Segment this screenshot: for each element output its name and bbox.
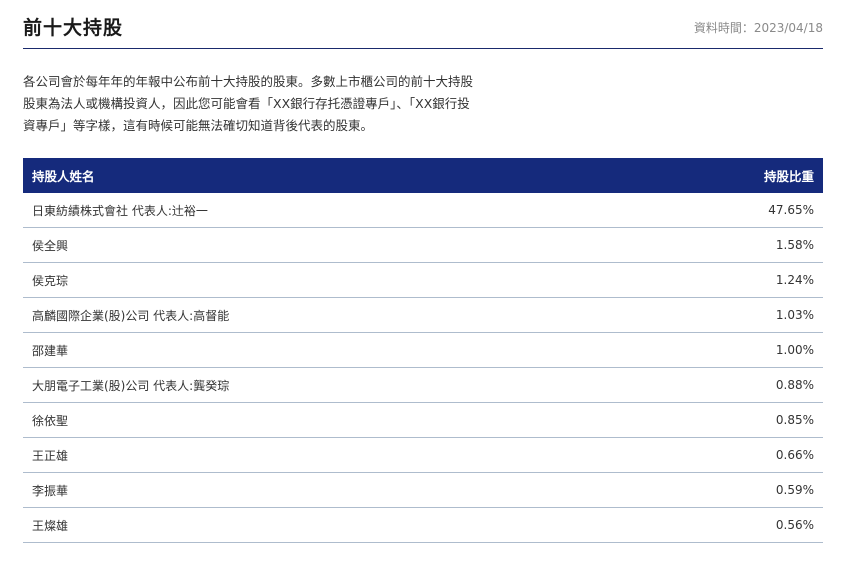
description-text: 各公司會於每年年的年報中公布前十大持股的股東。多數上市櫃公司的前十大持股股東為法…	[23, 74, 474, 133]
shareholder-name: 徐依聖	[32, 413, 69, 428]
shareholder-name: 李振華	[32, 483, 69, 498]
table-row: 高麟國際企業(股)公司 代表人:高督能 1.03%	[23, 298, 823, 333]
shareholder-name: 日東紡績株式會社 代表人:辻裕一	[32, 203, 208, 218]
holding-percentage: 1.24%	[775, 273, 814, 287]
shareholder-name: 侯克琮	[32, 273, 69, 288]
shareholder-name: 王正雄	[32, 448, 69, 463]
table-body: 日東紡績株式會社 代表人:辻裕一 47.65% 侯全興 1.58% 侯克琮 1.24% 高麟…	[23, 193, 823, 543]
shareholder-name: 侯全興	[32, 238, 69, 253]
table-row: 徐依聖 0.85%	[23, 403, 823, 438]
holding-percentage: 0.85%	[775, 413, 814, 427]
table-row: 王燦雄 0.56%	[23, 508, 823, 543]
holding-percentage: 1.58%	[775, 238, 814, 252]
shareholder-name: 大朋電子工業(股)公司 代表人:龔癸琮	[32, 378, 230, 393]
column-header-name: 持股人姓名	[32, 169, 95, 184]
data-date: 資料時間：2023/04/18	[693, 21, 823, 35]
holding-percentage: 0.66%	[775, 448, 814, 462]
holding-percentage: 47.65%	[768, 203, 814, 217]
section-header: 前十大持股 資料時間：2023/04/18	[23, 0, 823, 49]
shareholder-name: 高麟國際企業(股)公司 代表人:高督能	[32, 308, 230, 323]
column-header-percentage: 持股比重	[763, 169, 814, 184]
holding-percentage: 1.03%	[775, 308, 814, 322]
table-row: 侯全興 1.58%	[23, 228, 823, 263]
table-row: 日東紡績株式會社 代表人:辻裕一 47.65%	[23, 193, 823, 228]
shareholder-name: 邵建華	[32, 343, 69, 358]
holding-percentage: 1.00%	[775, 343, 814, 357]
holding-percentage: 0.59%	[775, 483, 814, 497]
table-header: 持股人姓名 持股比重	[23, 158, 823, 193]
shareholder-name: 王燦雄	[32, 518, 69, 533]
holding-percentage: 0.56%	[775, 518, 814, 532]
table-row: 大朋電子工業(股)公司 代表人:龔癸琮 0.88%	[23, 368, 823, 403]
table-row: 王正雄 0.66%	[23, 438, 823, 473]
holding-percentage: 0.88%	[775, 378, 814, 392]
table-row: 李振華 0.59%	[23, 473, 823, 508]
page-title: 前十大持股	[23, 17, 124, 39]
table-row: 邵建華 1.00%	[23, 333, 823, 368]
table-row: 侯克琮 1.24%	[23, 263, 823, 298]
shareholders-table: 持股人姓名 持股比重 日東紡績株式會社 代表人:辻裕一 47.65% 侯全興 1.58…	[23, 158, 823, 543]
